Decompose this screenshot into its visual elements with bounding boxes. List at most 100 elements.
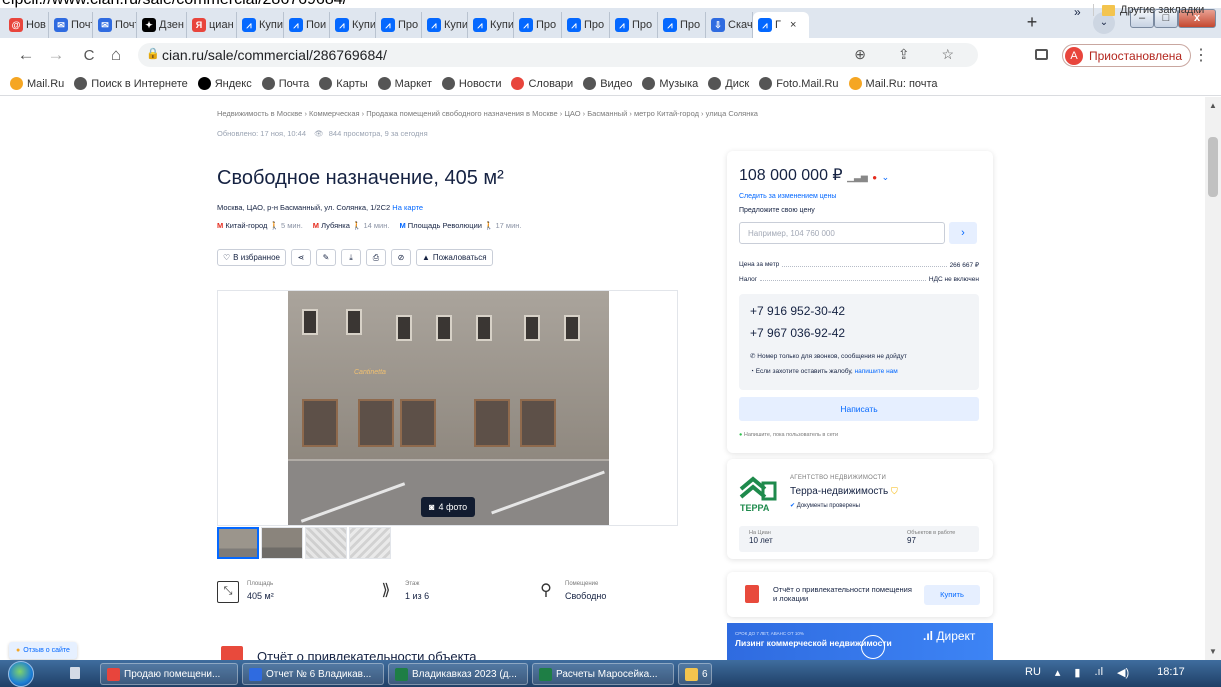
taskbar-item[interactable]: Продаю помещени...: [100, 663, 238, 685]
main-photo[interactable]: Cantinetta: [288, 291, 609, 525]
bookmarks-overflow-button[interactable]: »: [1074, 5, 1081, 19]
taskbar-item[interactable]: Расчеты Маросейка...: [532, 663, 674, 685]
thumbnail[interactable]: [349, 527, 391, 559]
back-button[interactable]: ←: [16, 45, 36, 65]
page-scrollbar[interactable]: ▲ ▼: [1205, 97, 1221, 660]
bookmark-item[interactable]: Mail.Ru: почта: [848, 77, 938, 90]
buy-report-button[interactable]: Купить: [924, 585, 980, 605]
reload-button[interactable]: C: [79, 47, 99, 64]
bookmark-item[interactable]: Словари: [511, 77, 573, 90]
clock[interactable]: 18:17: [1157, 666, 1185, 679]
leasing-ad-banner[interactable]: СРОК ДО 7 ЛЕТ, АВАНС ОТ 10% Лизинг комме…: [727, 623, 993, 660]
bookmark-item[interactable]: Маркет: [377, 77, 432, 90]
bookmark-item[interactable]: Карты: [319, 77, 368, 90]
start-button[interactable]: [8, 661, 34, 687]
show-desktop-icon[interactable]: [70, 667, 80, 679]
phone-number[interactable]: +7 916 952-30-42: [750, 304, 845, 318]
omnibox-actions[interactable]: ⊕ ⇪ ☆: [854, 46, 968, 63]
tab[interactable]: @ Нов: [4, 12, 49, 38]
url-text[interactable]: cian.ru/sale/commercial/286769684/: [162, 47, 387, 63]
tab[interactable]: ✉Почт: [49, 12, 93, 38]
forward-button[interactable]: →: [46, 45, 66, 65]
print-button[interactable]: ⎙: [366, 249, 386, 266]
download-button[interactable]: ⤓: [341, 249, 361, 266]
favorite-button[interactable]: ♡ В избранное: [217, 249, 286, 266]
breadcrumb[interactable]: Недвижимость в Москве › Коммерческая › П…: [217, 109, 758, 118]
metro-item[interactable]: M Лубянка 🚶 14 мин.: [313, 221, 390, 230]
tab[interactable]: ⩘ Купи: [330, 12, 376, 38]
metro-item[interactable]: M Площадь Революции 🚶 17 мин.: [399, 221, 521, 230]
home-button[interactable]: ⌂: [106, 45, 126, 65]
tab[interactable]: ⩘ Купи: [422, 12, 468, 38]
scroll-up-icon[interactable]: ▲: [1209, 101, 1217, 110]
download-icon: ⤓: [349, 252, 353, 262]
taskbar-item[interactable]: Отчет № 6 Владикав...: [242, 663, 384, 685]
metro-item[interactable]: M Китай-город 🚶 5 мин.: [217, 221, 303, 230]
share-button[interactable]: ⋖: [291, 249, 311, 266]
tab[interactable]: ⩘ Про: [514, 12, 562, 38]
tab[interactable]: ⩘ Купи: [468, 12, 514, 38]
tab[interactable]: ⇩ Скач: [706, 12, 753, 38]
bookmark-favicon-icon: [261, 77, 275, 90]
agent-name[interactable]: Терра-недвижимость ⛉: [790, 486, 898, 497]
write-button[interactable]: Написать: [739, 397, 979, 421]
tray-arrow-icon[interactable]: ▴: [1055, 666, 1061, 679]
volume-icon[interactable]: ◀): [1117, 666, 1129, 679]
bookmark-item[interactable]: Музыка: [642, 77, 698, 90]
calls-note-text: Номер только для звонков, сообщения не д…: [757, 353, 907, 360]
offer-submit-button[interactable]: ›: [949, 222, 977, 244]
photo-gallery[interactable]: Cantinetta ◙ 4 фото: [217, 290, 678, 526]
map-link[interactable]: На карте: [392, 203, 423, 212]
bookmark-item[interactable]: Видео: [583, 77, 632, 90]
site-feedback-button[interactable]: ● Отзыв о сайте: [9, 642, 77, 659]
taskbar-item[interactable]: 6: [678, 663, 712, 685]
tab[interactable]: ⩘ Г ×: [753, 12, 809, 38]
complain-button[interactable]: ▲ Пожаловаться: [416, 249, 493, 266]
complaint-link[interactable]: напишите нам: [855, 368, 898, 375]
bookmark-item[interactable]: Поиск в Интернете: [74, 77, 188, 90]
thumbnail[interactable]: [261, 527, 303, 559]
hide-button[interactable]: ⊘: [391, 249, 411, 266]
signal-icon[interactable]: .ıl: [1094, 666, 1103, 679]
report-section[interactable]: Отчёт о привлекательности объекта: [221, 646, 477, 660]
phone-number[interactable]: +7 967 036-92-42: [750, 326, 845, 340]
tab[interactable]: ⩘ Про: [376, 12, 422, 38]
network-icon[interactable]: ▮: [1074, 666, 1080, 679]
bookmark-item[interactable]: Foto.Mail.Ru: [759, 77, 839, 90]
scroll-thumb[interactable]: [1208, 137, 1218, 197]
follow-price-link[interactable]: Следить за изменением цены: [739, 193, 836, 200]
bookmark-item[interactable]: Mail.Ru: [10, 77, 64, 90]
tab[interactable]: ⩘ Про: [610, 12, 658, 38]
tab[interactable]: Яциан: [187, 12, 237, 38]
tab[interactable]: ⩘ Про: [562, 12, 610, 38]
tab[interactable]: ⩘ Про: [658, 12, 706, 38]
chevron-down-icon[interactable]: ⌄: [882, 172, 890, 182]
bookmark-item[interactable]: Почта: [261, 77, 309, 90]
window: [524, 315, 540, 341]
language-indicator[interactable]: RU: [1025, 666, 1041, 679]
row-label: Цена за метр: [739, 261, 780, 268]
edit-button[interactable]: ✎: [316, 249, 336, 266]
offer-input[interactable]: Например, 104 760 000: [739, 222, 945, 244]
taskbar-item[interactable]: Владикавказ 2023 (д...: [388, 663, 528, 685]
thumbnail[interactable]: [305, 527, 347, 559]
browser-menu-icon[interactable]: ⋮: [1193, 45, 1209, 65]
scroll-down-icon[interactable]: ▼: [1209, 647, 1217, 656]
tab-close-icon[interactable]: ×: [790, 19, 796, 31]
bookmark-item[interactable]: Диск: [708, 77, 749, 90]
agent-card[interactable]: TEPPA АГЕНТСТВО НЕДВИЖИМОСТИ Терра-недви…: [727, 459, 993, 559]
photo-count-badge[interactable]: ◙ 4 фото: [421, 497, 476, 517]
side-panel-icon[interactable]: [1035, 49, 1048, 60]
tab[interactable]: ✦ Дзен: [137, 12, 187, 38]
bookmark-item[interactable]: Новости: [441, 77, 501, 90]
bookmark-item[interactable]: Яндекс: [197, 77, 252, 90]
thumbnail[interactable]: [217, 527, 259, 559]
other-bookmarks[interactable]: Другие закладки: [1093, 4, 1204, 16]
new-tab-button[interactable]: +: [1021, 12, 1043, 34]
tab[interactable]: ✉Почт: [93, 12, 137, 38]
tab[interactable]: ⩘ Купи: [237, 12, 284, 38]
price-history-icon[interactable]: ▁▃▅: [847, 172, 868, 182]
omnibox[interactable]: 🔒 cian.ru/sale/commercial/286769684/ ⊕ ⇪…: [138, 43, 978, 67]
tab[interactable]: ⩘ Пои: [284, 12, 330, 38]
profile-button[interactable]: A Приостановлена: [1062, 44, 1192, 67]
